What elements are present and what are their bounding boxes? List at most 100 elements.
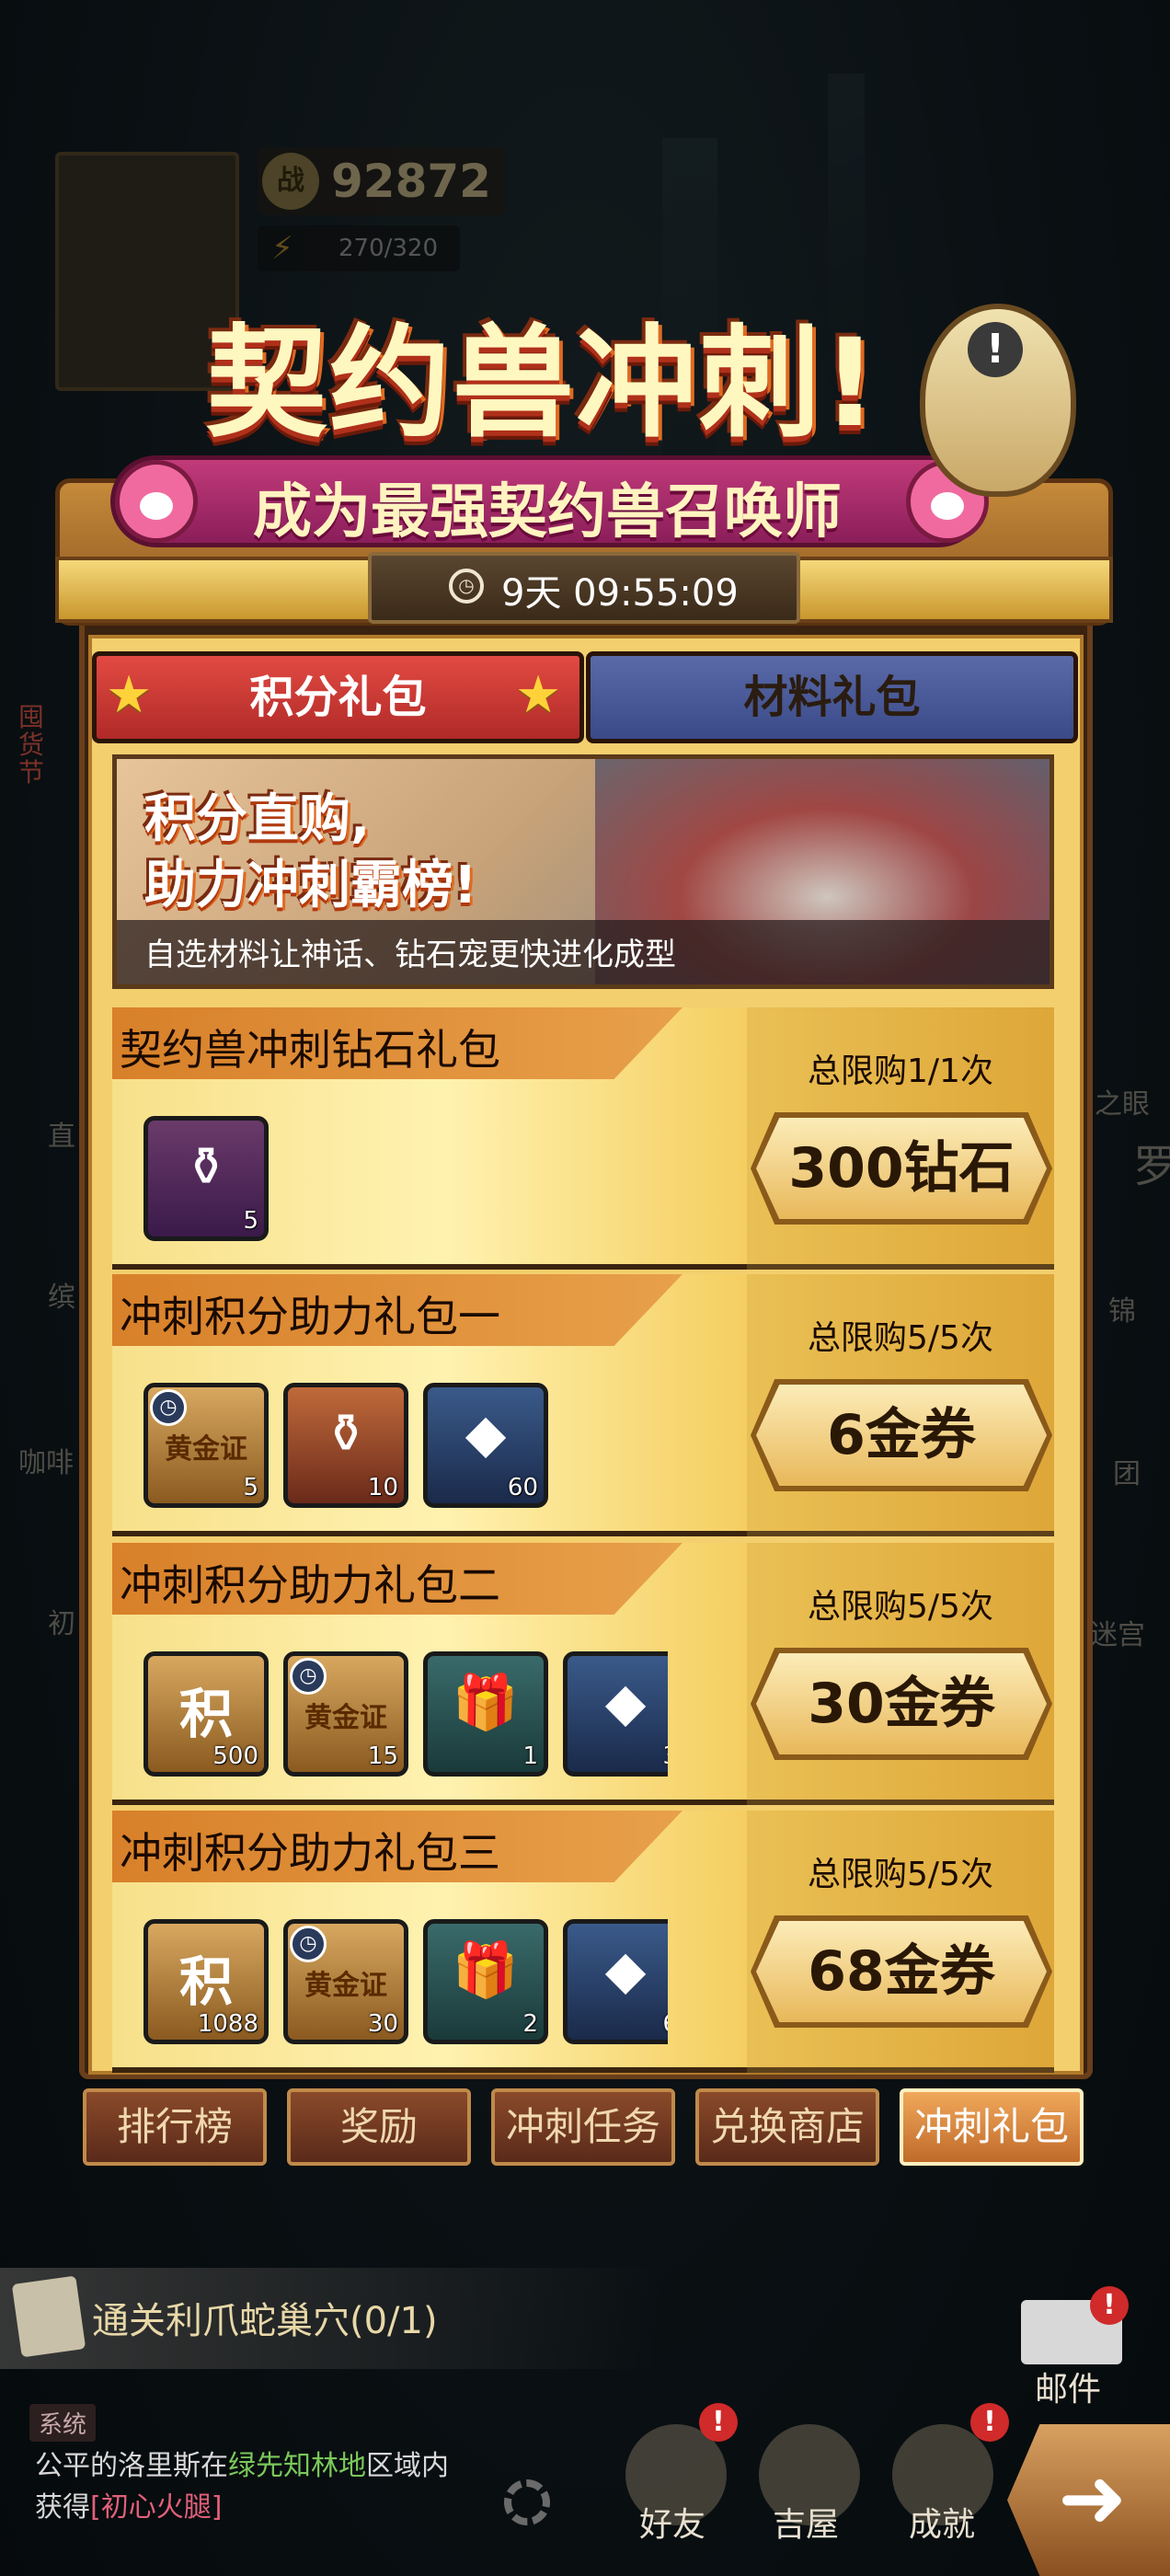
alert-badge-icon: ! (699, 2403, 738, 2442)
clock-icon: ◷ (290, 1926, 327, 1962)
tab-exchange-shop[interactable]: 兑换商店 (695, 2088, 879, 2166)
dock-label-achievements[interactable]: 成就 (909, 2498, 975, 2546)
reward-item[interactable]: 积 500 (143, 1651, 269, 1777)
clock-icon: ◷ (449, 569, 484, 604)
crystal-icon: ◆ (465, 1402, 507, 1465)
pack-name: 契约兽冲刺钻石礼包 (120, 1025, 500, 1075)
pack-items: 黄金证 ◷ 5 ⚱ 10 ◆ 60 (143, 1383, 668, 1512)
gift-pack-card: 冲刺积分助力礼包一总限购5/5次 6金券 黄金证 ◷ 5 ⚱ 10 ◆ 60 (112, 1274, 1054, 1536)
dock-label-friends[interactable]: 好友 (639, 2498, 705, 2546)
alert-badge-icon: ! (1090, 2286, 1129, 2325)
star-icon: ★ (515, 665, 562, 725)
purchase-limit: 总限购1/1次 (808, 1052, 993, 1090)
gold-certificate-icon: 黄金证 (304, 1970, 387, 2002)
item-quantity: 15 (367, 1742, 398, 1770)
pack-name: 冲刺积分助力礼包二 (120, 1560, 500, 1610)
reward-item[interactable]: ◆3 (563, 1651, 668, 1777)
pack-items: 积1088黄金证◷30🎁2◆6 (143, 1919, 668, 2048)
msg-text: 公平的洛里斯在 (35, 2450, 228, 2482)
arrow-right-icon: ➜ (1058, 2450, 1128, 2547)
crystal-icon: ◆ (604, 1671, 647, 1733)
gift-box-icon: 🎁 (452, 1938, 520, 2001)
pack-name: 冲刺积分助力礼包一 (120, 1292, 500, 1341)
item-quantity: 6 (662, 2010, 668, 2038)
msg-item-link[interactable]: [初心火腿] (90, 2491, 222, 2524)
pack-items: ⚱ 5 (143, 1116, 668, 1245)
tab-sprint-packs[interactable]: 冲刺礼包 (900, 2088, 1084, 2166)
msg-place-link[interactable]: 绿先知林地 (228, 2450, 366, 2482)
star-icon: ★ (106, 665, 153, 725)
system-tag: 系统 (29, 2404, 97, 2442)
vase-icon: ⚱ (183, 1135, 229, 1198)
item-quantity: 2 (522, 2010, 538, 2038)
exclamation-icon: ! (968, 322, 1023, 377)
reward-item[interactable]: 积 1088 (143, 1919, 269, 2044)
points-coin-icon: 积 (178, 1683, 233, 1745)
buy-button[interactable]: 68金券 (756, 1921, 1047, 2022)
tab-rewards[interactable]: 奖励 (287, 2088, 471, 2166)
pack-header: 冲刺积分助力礼包一 (112, 1274, 682, 1346)
buy-button[interactable]: 30金券 (756, 1653, 1047, 1754)
bottom-tab-label: 奖励 (339, 2104, 418, 2149)
gold-certificate-icon: 黄金证 (165, 1433, 247, 1466)
pack-items: 积500黄金证◷15🎁1◆3 (143, 1651, 668, 1780)
item-quantity: 5 (243, 1474, 258, 1501)
item-quantity: 3 (662, 1742, 668, 1770)
tab-label: 积分礼包 (249, 672, 427, 723)
clock-icon: ◷ (290, 1658, 327, 1695)
points-coin-icon: 积 (178, 1950, 233, 2013)
purchase-limit: 总限购5/5次 (808, 1588, 993, 1626)
promo-headline: 积分直购, (144, 789, 371, 849)
reward-item[interactable]: 🎁 1 (423, 1651, 548, 1777)
reward-item[interactable]: ⚱ 5 (143, 1116, 269, 1241)
pack-header: 契约兽冲刺钻石礼包 (112, 1007, 682, 1079)
tab-leaderboard[interactable]: 排行榜 (83, 2088, 267, 2166)
dock-label-house[interactable]: 吉屋 (773, 2498, 839, 2546)
buy-button[interactable]: 6金券 (756, 1385, 1047, 1486)
msg-text: 获得 (35, 2491, 90, 2524)
reward-item[interactable]: 黄金证 ◷ 15 (283, 1651, 408, 1777)
gift-pack-card: 冲刺积分助力礼包二总限购5/5次30金券积500黄金证◷15🎁1◆3 (112, 1543, 1054, 1805)
clock-icon: ◷ (150, 1389, 187, 1426)
reward-item[interactable]: 黄金证 ◷ 30 (283, 1919, 408, 2044)
promo-banner: 积分直购, 助力冲刺霸榜! 自选材料让神话、钻石宠更快进化成型 (112, 754, 1054, 989)
item-quantity: 1088 (197, 2010, 258, 2038)
bottom-tab-label: 冲刺任务 (505, 2104, 660, 2149)
promo-headline: 助力冲刺霸榜! (144, 856, 477, 915)
gear-icon[interactable] (504, 2479, 550, 2525)
item-quantity: 60 (507, 1474, 538, 1501)
mail-label[interactable]: 邮件 (1035, 2363, 1101, 2410)
tab-material-pack[interactable]: 材料礼包 (586, 651, 1078, 743)
pack-header: 冲刺积分助力礼包二 (112, 1543, 682, 1615)
system-message-line: 获得[初心火腿] (35, 2484, 222, 2524)
event-title: 契约兽冲刺! (205, 313, 880, 454)
item-quantity: 10 (367, 1474, 398, 1501)
quest-text[interactable]: 通关利爪蛇巢穴(0/1) (92, 2291, 438, 2344)
gift-box-icon: 🎁 (452, 1671, 520, 1733)
crystal-icon: ◆ (604, 1938, 647, 2001)
purchase-limit: 总限购5/5次 (808, 1319, 993, 1357)
tab-points-pack[interactable]: 积分礼包 (92, 651, 584, 743)
buy-button[interactable]: 300钻石 (756, 1118, 1047, 1219)
reward-item[interactable]: 🎁 2 (423, 1919, 548, 2044)
reward-item[interactable]: ◆6 (563, 1919, 668, 2044)
pack-header: 冲刺积分助力礼包三 (112, 1811, 682, 1882)
system-message-line: 公平的洛里斯在绿先知林地区域内 (35, 2443, 449, 2483)
gift-pack-card: 冲刺积分助力礼包三总限购5/5次68金券积1088黄金证◷30🎁2◆6 (112, 1811, 1054, 2073)
tab-sprint-tasks[interactable]: 冲刺任务 (491, 2088, 675, 2166)
alert-badge-icon: ! (970, 2403, 1009, 2442)
msg-text: 区域内 (366, 2450, 449, 2482)
reward-item[interactable]: ◆ 60 (423, 1383, 548, 1508)
scroll-icon (11, 2275, 86, 2358)
reward-item[interactable]: 黄金证 ◷ 5 (143, 1383, 269, 1508)
reward-item[interactable]: ⚱ 10 (283, 1383, 408, 1508)
gold-certificate-icon: 黄金证 (304, 1702, 387, 1734)
bottom-tab-label: 排行榜 (116, 2104, 233, 2149)
item-quantity: 1 (522, 1742, 538, 1770)
promo-caption: 自选材料让神话、钻石宠更快进化成型 (144, 937, 676, 973)
next-arrow-button[interactable]: ➜ (1007, 2424, 1170, 2576)
vase-icon: ⚱ (323, 1402, 369, 1465)
tab-label: 材料礼包 (743, 672, 921, 723)
item-quantity: 500 (212, 1742, 258, 1770)
bottom-tab-label: 冲刺礼包 (913, 2104, 1069, 2149)
